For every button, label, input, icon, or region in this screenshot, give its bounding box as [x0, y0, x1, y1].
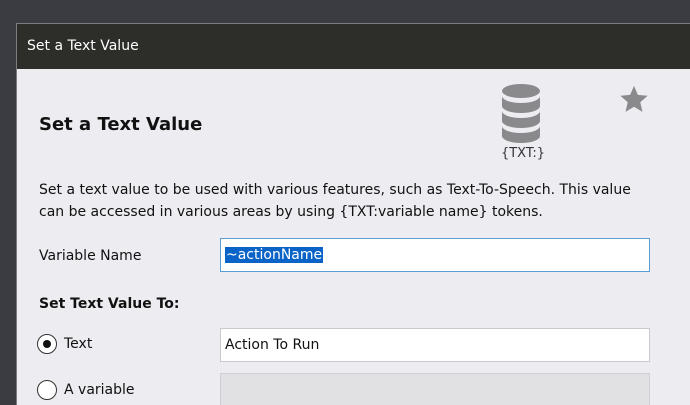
variable-select[interactable] [220, 373, 650, 405]
text-value-input[interactable]: Action To Run [220, 328, 650, 362]
radio-variable[interactable]: A variable [37, 380, 135, 400]
set-text-value-title: Set Text Value To: [39, 296, 180, 312]
variable-name-value: ~actionName [225, 247, 324, 263]
dialog-window: Set a Text Value Set a Text Value {TXT:}… [16, 23, 690, 405]
radio-variable-label: A variable [64, 382, 135, 398]
radio-variable-button[interactable] [37, 380, 57, 400]
dialog-description: Set a text value to be used with various… [39, 182, 631, 220]
dialog-heading: Set a Text Value [39, 114, 203, 135]
radio-text[interactable]: Text [37, 334, 92, 354]
radio-text-button[interactable] [37, 334, 57, 354]
variable-name-label: Variable Name [39, 248, 142, 264]
radio-text-label: Text [64, 336, 93, 352]
database-icon-label: {TXT:} [500, 146, 546, 161]
variable-name-input[interactable]: ~actionName [220, 238, 650, 272]
star-icon[interactable] [619, 84, 649, 114]
window-title: Set a Text Value [17, 24, 690, 69]
text-value: Action To Run [225, 337, 320, 353]
